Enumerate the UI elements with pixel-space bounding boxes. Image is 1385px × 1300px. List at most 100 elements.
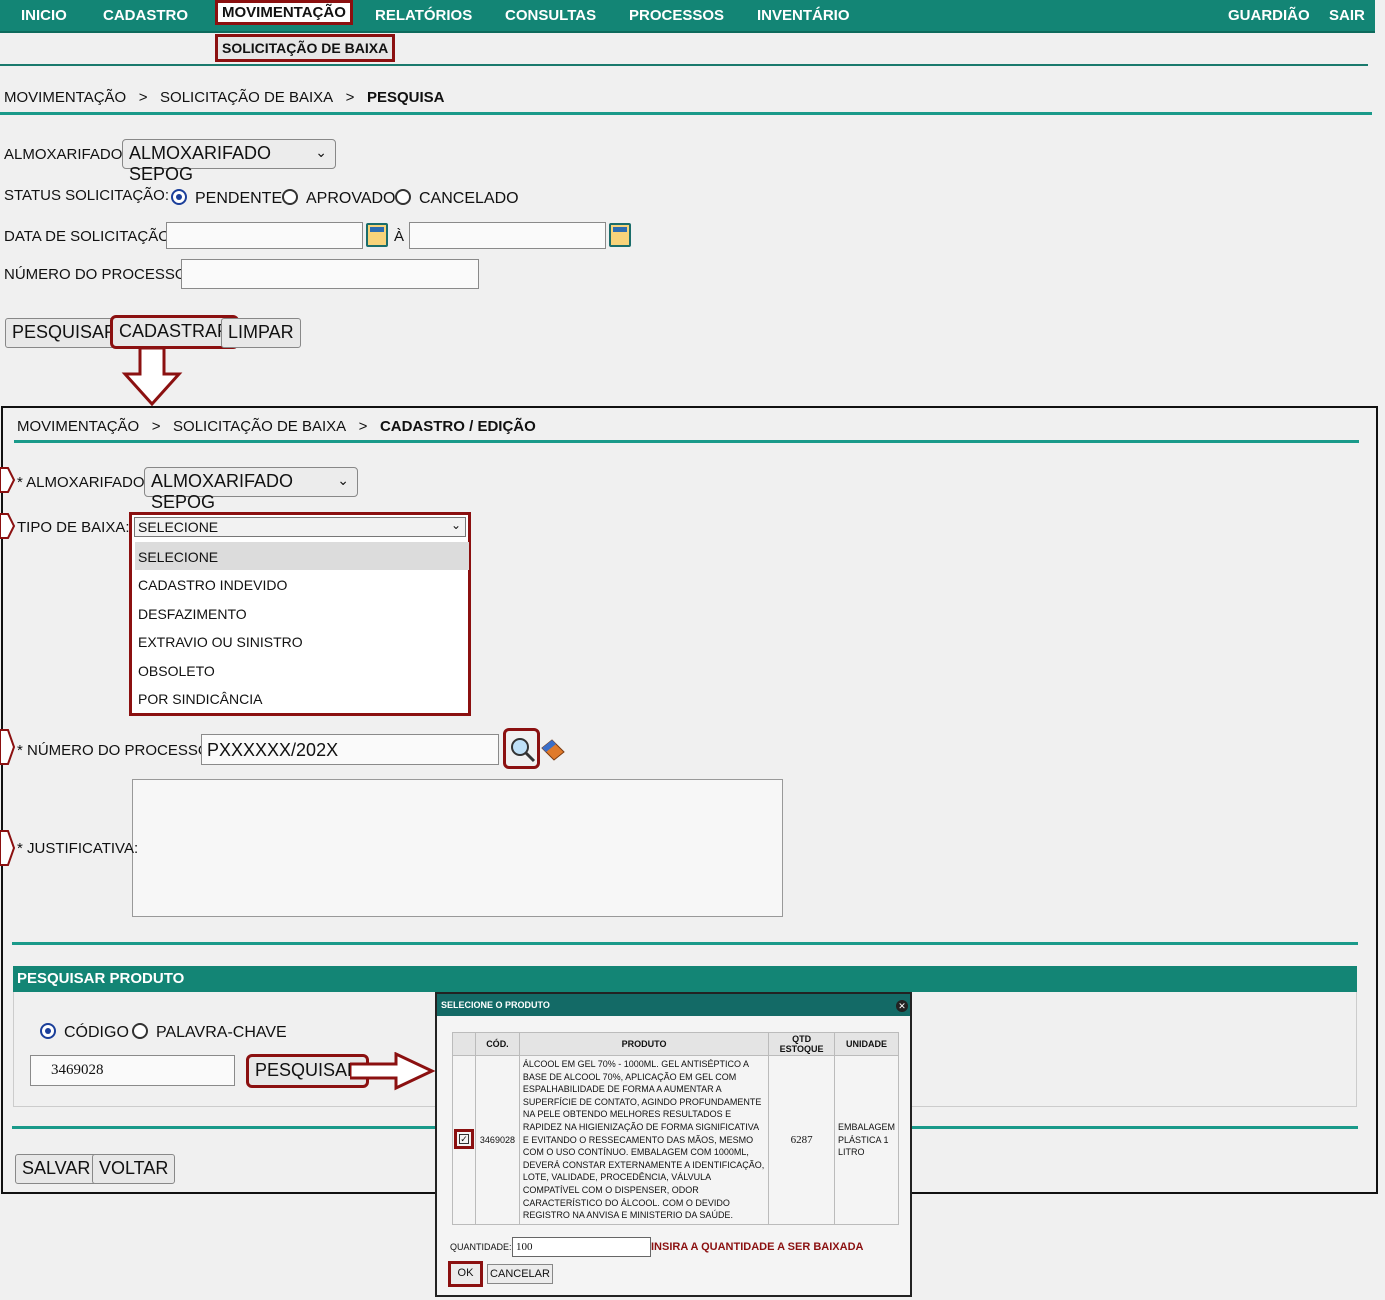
close-icon[interactable]: ✕	[896, 1000, 908, 1012]
magnifier-icon	[511, 738, 536, 763]
search-mode-label: CÓDIGO	[64, 1024, 129, 1041]
breadcrumb-item[interactable]: SOLICITAÇÃO DE BAIXA	[160, 89, 333, 106]
section-title: PESQUISAR PRODUTO	[13, 966, 1357, 992]
row-select-cell: ✓	[452, 1055, 476, 1225]
justificativa-textarea[interactable]	[132, 779, 783, 917]
tipo-baixa-select[interactable]: SELECIONE ⌄	[134, 517, 466, 537]
code-input[interactable]: 3469028	[30, 1055, 235, 1086]
table-header: QTD ESTOQUE	[768, 1032, 835, 1056]
right-arrow-marker-icon	[0, 830, 16, 866]
checkmark-icon: ✓	[459, 1133, 469, 1144]
status-option-label: CANCELADO	[419, 190, 519, 207]
search-process-button[interactable]	[503, 728, 540, 769]
process-label: NÚMERO DO PROCESSO:	[4, 266, 191, 283]
dropdown-option[interactable]: POR SINDICÂNCIA	[138, 691, 262, 707]
voltar-button[interactable]: VOLTAR	[92, 1154, 176, 1184]
row-unit: EMBALAGEM PLÁSTICA 1 LITRO	[833, 1055, 900, 1225]
breadcrumb-separator: >	[345, 89, 355, 106]
dialog-title: SELECIONE O PRODUTO	[437, 994, 910, 1016]
status-radio-pendente[interactable]	[171, 188, 187, 206]
status-option-label: PENDENTE	[195, 190, 283, 207]
breadcrumb-item[interactable]: MOVIMENTAÇÃO	[4, 89, 126, 106]
chevron-down-icon: ⌄	[450, 518, 461, 532]
qty-hint: INSIRA A QUANTIDADE A SER BAIXADA	[651, 1241, 864, 1253]
table-header: UNIDADE	[833, 1032, 900, 1056]
breadcrumb-current: CADASTRO / EDIÇÃO	[379, 418, 536, 435]
table-header: CÓD.	[475, 1032, 520, 1056]
row-checkbox[interactable]: ✓	[454, 1128, 474, 1149]
nav-guardiao[interactable]: GUARDIÃO	[1228, 7, 1310, 24]
tipo-baixa-dropdown[interactable]: SELECIONE ⌄ SELECIONE CADASTRO INDEVIDO …	[129, 512, 471, 716]
almox-label: * ALMOXARIFADO:	[17, 474, 149, 491]
table-row[interactable]: ✓ 3469028 ÁLCOOL EM GEL 70% - 1000ML. GE…	[452, 1055, 900, 1225]
ok-button[interactable]: OK	[448, 1261, 483, 1287]
breadcrumb-item[interactable]: SOLICITAÇÃO DE BAIXA	[173, 418, 346, 435]
date-from-input[interactable]	[166, 222, 363, 249]
tipo-baixa-label: TIPO DE BAIXA:	[17, 519, 130, 536]
dropdown-option[interactable]: DESFAZIMENTO	[138, 606, 247, 622]
breadcrumb-separator: >	[151, 418, 161, 435]
nav-cadastro[interactable]: CADASTRO	[103, 7, 188, 24]
dropdown-option[interactable]: EXTRAVIO OU SINISTRO	[138, 634, 303, 650]
nav-processos[interactable]: PROCESSOS	[629, 7, 724, 24]
eraser-icon[interactable]	[540, 738, 566, 762]
right-arrow-marker-icon	[0, 467, 16, 493]
divider	[0, 64, 1368, 66]
status-radio-aprovado[interactable]	[282, 188, 298, 206]
nav-consultas[interactable]: CONSULTAS	[505, 7, 596, 24]
right-arrow-marker-icon	[0, 513, 16, 539]
nav-relatorios[interactable]: RELATÓRIOS	[375, 7, 472, 24]
almox-select[interactable]: ALMOXARIFADO SEPOG ⌄	[144, 467, 358, 512]
table-header-select	[452, 1032, 476, 1056]
nav-inventario[interactable]: INVENTÁRIO	[757, 7, 850, 24]
product-table: CÓD. PRODUTO QTD ESTOQUE UNIDADE ✓ 34690…	[452, 1032, 900, 1225]
status-radio-cancelado[interactable]	[395, 188, 411, 206]
submenu-solicitacao-baixa[interactable]: SOLICITAÇÃO DE BAIXA	[215, 34, 396, 62]
nav-inicio[interactable]: INICIO	[21, 7, 67, 24]
justificativa-label: * JUSTIFICATIVA:	[17, 840, 139, 857]
dropdown-option[interactable]: CADASTRO INDEVIDO	[138, 577, 287, 593]
process-input[interactable]	[181, 259, 479, 289]
limpar-button[interactable]: LIMPAR	[221, 318, 301, 348]
nav-sair[interactable]: SAIR	[1329, 7, 1365, 24]
process-label: * NÚMERO DO PROCESSO:	[17, 742, 214, 759]
table-header: PRODUTO	[518, 1032, 770, 1056]
pesquisar-button[interactable]: PESQUISAR	[5, 318, 125, 348]
qty-input[interactable]: 100	[512, 1237, 651, 1257]
status-option-label: APROVADO	[306, 190, 396, 207]
almox-select-value: ALMOXARIFADO SEPOG	[129, 143, 272, 184]
nav-movimentacao[interactable]: MOVIMENTAÇÃO	[215, 0, 353, 25]
radio-codigo[interactable]	[40, 1022, 56, 1040]
almox-select[interactable]: ALMOXARIFADO SEPOG ⌄	[122, 139, 336, 184]
date-separator: À	[394, 228, 405, 245]
row-product: ÁLCOOL EM GEL 70% - 1000ML. GEL ANTISÉPT…	[518, 1055, 770, 1225]
cancel-button[interactable]: CANCELAR	[487, 1264, 553, 1284]
chevron-down-icon: ⌄	[337, 472, 349, 488]
breadcrumb: MOVIMENTAÇÃO > SOLICITAÇÃO DE BAIXA > PE…	[4, 89, 444, 106]
dropdown-option[interactable]: SELECIONE	[138, 549, 218, 565]
calendar-icon[interactable]	[366, 223, 388, 247]
divider	[0, 112, 1372, 115]
process-input[interactable]: PXXXXXX/202X	[201, 734, 499, 765]
right-arrow-marker-icon	[0, 729, 16, 765]
calendar-icon[interactable]	[609, 223, 631, 247]
radio-palavra-chave[interactable]	[132, 1022, 148, 1040]
tipo-baixa-select-value: SELECIONE	[138, 519, 219, 535]
row-stock: 6287	[768, 1055, 835, 1225]
breadcrumb-separator: >	[358, 418, 368, 435]
dropdown-option[interactable]: OBSOLETO	[138, 663, 215, 679]
breadcrumb-item[interactable]: MOVIMENTAÇÃO	[17, 418, 139, 435]
status-label: STATUS SOLICITAÇÃO:	[4, 187, 170, 204]
down-arrow-annotation-icon	[121, 346, 183, 407]
cadastrar-button[interactable]: CADASTRAR	[110, 315, 240, 349]
breadcrumb-current: PESQUISA	[366, 89, 445, 106]
date-to-input[interactable]	[409, 222, 606, 249]
search-mode-label: PALAVRA-CHAVE	[156, 1024, 287, 1041]
salvar-button[interactable]: SALVAR	[15, 1154, 98, 1184]
divider	[14, 440, 1359, 443]
breadcrumb-separator: >	[138, 89, 148, 106]
qty-label: QUANTIDADE:	[450, 1242, 512, 1252]
row-code: 3469028	[475, 1055, 520, 1225]
divider	[12, 942, 1358, 945]
right-arrow-annotation-icon	[350, 1052, 436, 1091]
